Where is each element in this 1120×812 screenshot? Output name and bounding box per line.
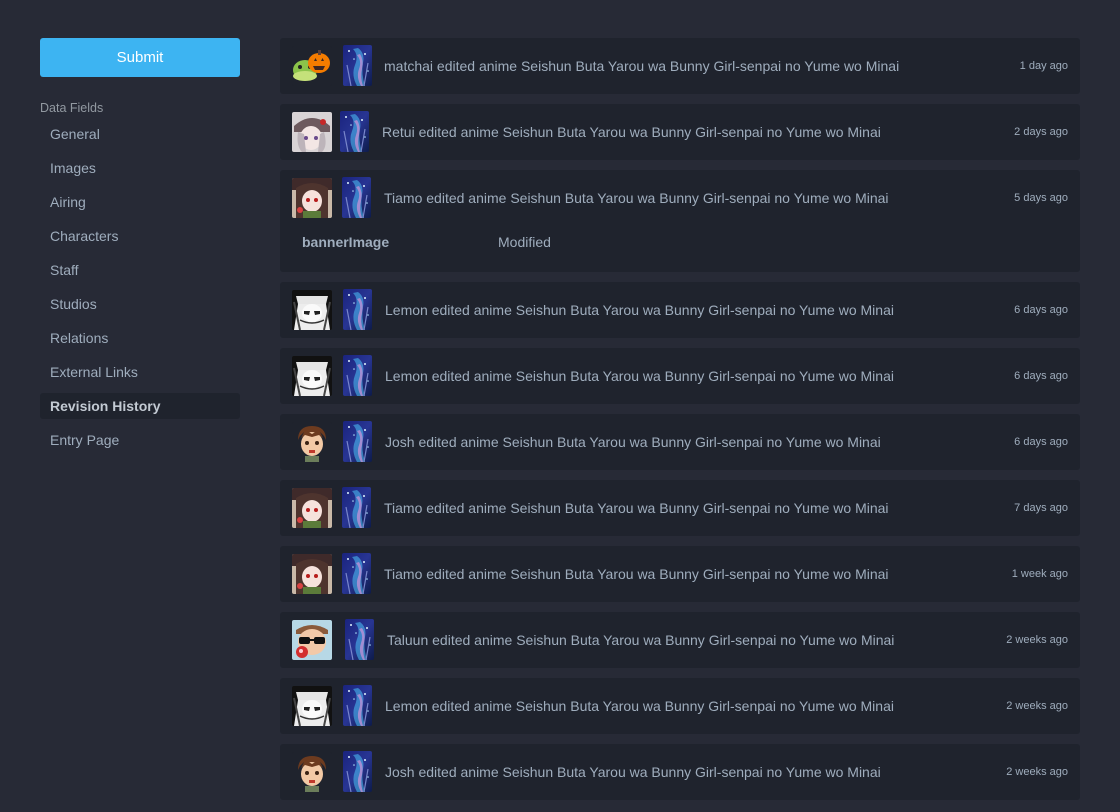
sidebar-item-staff[interactable]: Staff bbox=[40, 257, 240, 283]
monochrome-girl-avatar[interactable] bbox=[292, 356, 332, 396]
silver-hair-girl-avatar[interactable] bbox=[292, 112, 332, 152]
anime-cover-image[interactable] bbox=[343, 355, 372, 396]
brown-hair-boy-avatar[interactable] bbox=[292, 422, 332, 462]
data-fields-nav: General Images Airing Characters Staff S… bbox=[40, 121, 240, 453]
revision-timestamp: 6 days ago bbox=[1014, 304, 1068, 316]
revision-summary: Retui edited anime Seishun Buta Yarou wa… bbox=[382, 124, 881, 140]
revision-summary: Taluun edited anime Seishun Buta Yarou w… bbox=[387, 632, 895, 648]
revision-summary: Josh edited anime Seishun Buta Yarou wa … bbox=[385, 764, 881, 780]
revision-entry: Taluun edited anime Seishun Buta Yarou w… bbox=[280, 612, 1080, 668]
brown-hair-girl-avatar[interactable] bbox=[292, 554, 332, 594]
data-fields-label: Data Fields bbox=[40, 101, 104, 115]
anime-cover-image[interactable] bbox=[343, 45, 372, 86]
brown-hair-boy-avatar[interactable] bbox=[292, 752, 332, 792]
monochrome-girl-avatar[interactable] bbox=[292, 686, 332, 726]
revision-timestamp: 2 days ago bbox=[1014, 126, 1068, 138]
anime-cover-image[interactable] bbox=[343, 685, 372, 726]
changed-field-name: bannerImage bbox=[302, 234, 390, 250]
anime-cover-image[interactable] bbox=[345, 619, 374, 660]
revision-entry: Josh edited anime Seishun Buta Yarou wa … bbox=[280, 414, 1080, 470]
revision-summary: Tiamo edited anime Seishun Buta Yarou wa… bbox=[384, 190, 889, 206]
sidebar-item-external-links[interactable]: External Links bbox=[40, 359, 240, 385]
sidebar-item-studios[interactable]: Studios bbox=[40, 291, 240, 317]
revision-summary: Josh edited anime Seishun Buta Yarou wa … bbox=[385, 434, 881, 450]
revision-entry: matchai edited anime Seishun Buta Yarou … bbox=[280, 38, 1080, 94]
revision-timestamp: 5 days ago bbox=[1014, 192, 1068, 204]
anime-cover-image[interactable] bbox=[342, 553, 371, 594]
anime-cover-image[interactable] bbox=[343, 289, 372, 330]
revision-summary: Lemon edited anime Seishun Buta Yarou wa… bbox=[385, 368, 894, 384]
revision-entry: Lemon edited anime Seishun Buta Yarou wa… bbox=[280, 282, 1080, 338]
revision-timestamp: 2 weeks ago bbox=[1006, 766, 1068, 778]
revision-entry-header[interactable]: Tiamo edited anime Seishun Buta Yarou wa… bbox=[280, 170, 1080, 226]
revision-entry-header[interactable]: Josh edited anime Seishun Buta Yarou wa … bbox=[280, 744, 1080, 800]
change-status: Modified bbox=[498, 234, 551, 250]
revision-summary: Tiamo edited anime Seishun Buta Yarou wa… bbox=[384, 500, 889, 516]
sidebar-item-characters[interactable]: Characters bbox=[40, 223, 240, 249]
revision-entry: Josh edited anime Seishun Buta Yarou wa … bbox=[280, 744, 1080, 800]
revision-summary: Lemon edited anime Seishun Buta Yarou wa… bbox=[385, 698, 894, 714]
revision-timestamp: 6 days ago bbox=[1014, 436, 1068, 448]
revision-entry-header[interactable]: Taluun edited anime Seishun Buta Yarou w… bbox=[280, 612, 1080, 668]
sidebar-item-relations[interactable]: Relations bbox=[40, 325, 240, 351]
revision-entry-header[interactable]: matchai edited anime Seishun Buta Yarou … bbox=[280, 38, 1080, 94]
brown-hair-girl-avatar[interactable] bbox=[292, 488, 332, 528]
revision-feed: matchai edited anime Seishun Buta Yarou … bbox=[280, 38, 1080, 810]
pumpkin-frog-avatar[interactable] bbox=[292, 46, 332, 86]
revision-entry: Tiamo edited anime Seishun Buta Yarou wa… bbox=[280, 480, 1080, 536]
brown-hair-girl-avatar[interactable] bbox=[292, 178, 332, 218]
anime-cover-image[interactable] bbox=[343, 751, 372, 792]
revision-entry-header[interactable]: Retui edited anime Seishun Buta Yarou wa… bbox=[280, 104, 1080, 160]
revision-entry: Tiamo edited anime Seishun Buta Yarou wa… bbox=[280, 170, 1080, 272]
revision-timestamp: 1 week ago bbox=[1011, 568, 1068, 580]
monochrome-girl-avatar[interactable] bbox=[292, 290, 332, 330]
anime-cover-image[interactable] bbox=[342, 177, 371, 218]
revision-entry: Lemon edited anime Seishun Buta Yarou wa… bbox=[280, 348, 1080, 404]
revision-entry-header[interactable]: Tiamo edited anime Seishun Buta Yarou wa… bbox=[280, 546, 1080, 602]
revision-timestamp: 6 days ago bbox=[1014, 370, 1068, 382]
submit-button[interactable]: Submit bbox=[40, 38, 240, 77]
revision-summary: matchai edited anime Seishun Buta Yarou … bbox=[384, 58, 900, 74]
anime-cover-image[interactable] bbox=[343, 421, 372, 462]
revision-entry: Tiamo edited anime Seishun Buta Yarou wa… bbox=[280, 546, 1080, 602]
revision-timestamp: 2 weeks ago bbox=[1006, 634, 1068, 646]
revision-entry-header[interactable]: Lemon edited anime Seishun Buta Yarou wa… bbox=[280, 678, 1080, 734]
revision-entry: Lemon edited anime Seishun Buta Yarou wa… bbox=[280, 678, 1080, 734]
revision-entry-header[interactable]: Lemon edited anime Seishun Buta Yarou wa… bbox=[280, 348, 1080, 404]
sidebar-item-entry-page[interactable]: Entry Page bbox=[40, 427, 240, 453]
sidebar-item-images[interactable]: Images bbox=[40, 155, 240, 181]
revision-timestamp: 7 days ago bbox=[1014, 502, 1068, 514]
sidebar-item-revision-history[interactable]: Revision History bbox=[40, 393, 240, 419]
revision-summary: Tiamo edited anime Seishun Buta Yarou wa… bbox=[384, 566, 889, 582]
revision-entry: Retui edited anime Seishun Buta Yarou wa… bbox=[280, 104, 1080, 160]
app: Submit Data Fields General Images Airing… bbox=[0, 0, 1120, 812]
revision-timestamp: 1 day ago bbox=[1019, 60, 1068, 72]
anime-cover-image[interactable] bbox=[342, 487, 371, 528]
sidebar: Submit Data Fields General Images Airing… bbox=[40, 38, 240, 461]
sunglasses-guy-avatar[interactable] bbox=[292, 620, 332, 660]
revision-entry-header[interactable]: Tiamo edited anime Seishun Buta Yarou wa… bbox=[280, 480, 1080, 536]
sidebar-item-airing[interactable]: Airing bbox=[40, 189, 240, 215]
sidebar-item-general[interactable]: General bbox=[40, 121, 240, 147]
anime-cover-image[interactable] bbox=[340, 111, 369, 152]
revision-summary: Lemon edited anime Seishun Buta Yarou wa… bbox=[385, 302, 894, 318]
revision-entry-header[interactable]: Josh edited anime Seishun Buta Yarou wa … bbox=[280, 414, 1080, 470]
revision-timestamp: 2 weeks ago bbox=[1006, 700, 1068, 712]
revision-entry-header[interactable]: Lemon edited anime Seishun Buta Yarou wa… bbox=[280, 282, 1080, 338]
revision-change-row: bannerImage Modified bbox=[280, 226, 1080, 272]
